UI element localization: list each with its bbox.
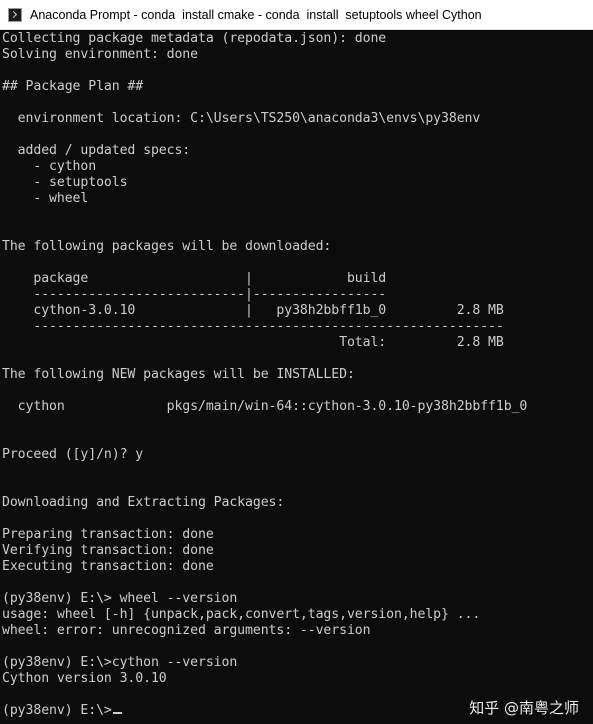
console-line: The following packages will be downloade… xyxy=(2,239,332,254)
window-title: Anaconda Prompt - conda install cmake - … xyxy=(30,7,482,22)
console-line: cython pkgs/main/win-64::cython-3.0.10-p… xyxy=(2,399,528,414)
watermark: 知乎 @南粤之师 xyxy=(469,699,579,717)
text-cursor xyxy=(112,712,122,714)
console-line: Collecting package metadata (repodata.js… xyxy=(2,31,387,46)
console-line: usage: wheel [-h] {unpack,pack,convert,t… xyxy=(2,607,481,622)
terminal-icon xyxy=(8,7,22,22)
console-line: Total: 2.8 MB xyxy=(2,335,504,350)
console-line: added / updated specs: xyxy=(2,143,191,158)
console-line: Verifying transaction: done xyxy=(2,543,214,558)
console-line: - setuptools xyxy=(2,175,128,190)
console-line: wheel: error: unrecognized arguments: --… xyxy=(2,623,371,638)
console-line: Executing transaction: done xyxy=(2,559,214,574)
console-line: ## Package Plan ## xyxy=(2,79,144,94)
console-line: (py38env) E:\>cython --version xyxy=(2,655,238,670)
console-line: Solving environment: done xyxy=(2,47,198,62)
prompt-text: (py38env) E:\> xyxy=(2,703,112,718)
console-line: ----------------------------------------… xyxy=(2,319,504,334)
console-line: Cython version 3.0.10 xyxy=(2,671,167,686)
console-line: - wheel xyxy=(2,191,89,206)
console-line: environment location: C:\Users\TS250\ana… xyxy=(2,111,481,126)
console-line: (py38env) E:\> wheel --version xyxy=(2,591,238,606)
console-line: - cython xyxy=(2,159,97,174)
console-line: Proceed ([y]/n)? y xyxy=(2,447,144,462)
console-line: ---------------------------|------------… xyxy=(2,287,387,302)
title-bar[interactable]: Anaconda Prompt - conda install cmake - … xyxy=(0,0,593,30)
console-output[interactable]: Collecting package metadata (repodata.js… xyxy=(2,31,593,724)
console-line: Preparing transaction: done xyxy=(2,527,214,542)
console-line: Downloading and Extracting Packages: xyxy=(2,495,285,510)
console-line: package | build xyxy=(2,271,387,286)
console-line: The following NEW packages will be INSTA… xyxy=(2,367,355,382)
console-line: cython-3.0.10 | py38h2bbff1b_0 2.8 MB xyxy=(2,303,504,318)
